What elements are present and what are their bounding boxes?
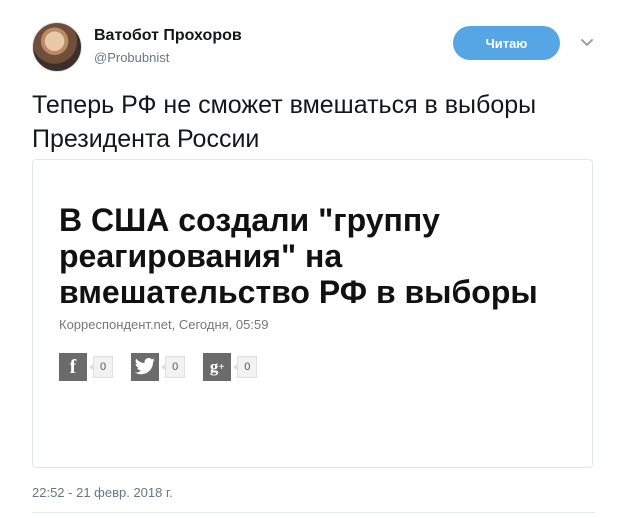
divider: [32, 512, 595, 513]
card-title[interactable]: В США создали "группу реагирования" на в…: [59, 202, 579, 310]
share-bar: f 0 0 g + 0: [59, 353, 275, 381]
share-count: 0: [88, 356, 114, 378]
card-meta: Корреспондент.net, Сегодня, 05:59: [59, 317, 269, 332]
google-plus-share[interactable]: g + 0: [203, 353, 258, 381]
following-button[interactable]: Читаю: [453, 26, 560, 60]
facebook-share[interactable]: f 0: [59, 353, 114, 381]
share-count: 0: [233, 356, 258, 378]
google-plus-icon[interactable]: g +: [203, 353, 232, 381]
twitter-share[interactable]: 0: [131, 353, 186, 381]
author-name[interactable]: Ватобот Прохоров: [94, 27, 242, 45]
twitter-icon[interactable]: [131, 353, 160, 381]
link-card[interactable]: В США создали "группу реагирования" на в…: [32, 159, 593, 468]
facebook-icon[interactable]: f: [59, 353, 87, 381]
tweet-header: Ватобот Прохоров @Probubnist Читаю: [32, 20, 602, 74]
share-count: 0: [161, 356, 186, 378]
author-handle[interactable]: @Probubnist: [94, 50, 169, 65]
tweet-text: Теперь РФ не сможет вмешаться в выборы П…: [32, 91, 537, 153]
avatar[interactable]: [32, 22, 82, 72]
chevron-down-icon[interactable]: [580, 36, 594, 50]
tweet-timestamp[interactable]: 22:52 - 21 февр. 2018 г.: [32, 485, 173, 500]
